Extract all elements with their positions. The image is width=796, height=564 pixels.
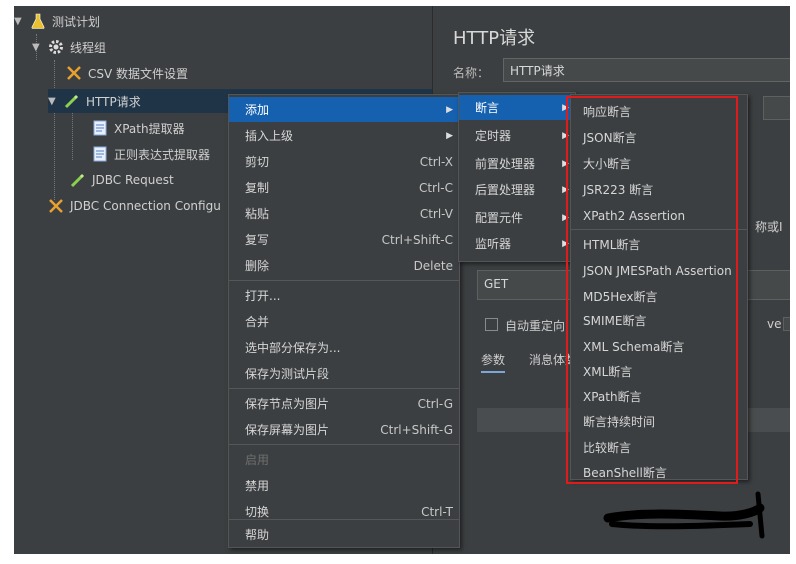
menu-item-insert-parent[interactable]: 插入上级 ▶ [229, 123, 459, 148]
submenu-item-assertions[interactable]: 断言 ▶ [459, 95, 575, 120]
keepalive-checkbox[interactable] [783, 317, 790, 331]
tree-label: JDBC Request [92, 173, 174, 187]
method-select[interactable]: GET [477, 270, 577, 300]
menu-item-delete[interactable]: 删除 Delete [229, 253, 459, 278]
tree-item-jdbc-config[interactable]: JDBC Connection Configu [48, 194, 221, 218]
red-highlight-annotation [566, 96, 738, 484]
tree-item-csv-config[interactable]: CSV 数据文件设置 [66, 61, 188, 85]
menu-item-toggle[interactable]: 切换 Ctrl-T [229, 499, 459, 524]
menu-item-save-screen-image[interactable]: 保存屏幕为图片 Ctrl+Shift-G [229, 417, 459, 442]
pipette-icon [70, 172, 86, 188]
submenu-item-pre-processors[interactable]: 前置处理器 ▶ [459, 151, 575, 176]
submenu-item-post-processors[interactable]: 后置处理器 ▶ [459, 177, 575, 202]
menu-item-duplicate[interactable]: 复写 Ctrl+Shift-C [229, 227, 459, 252]
server-name-label: 称或I [755, 220, 783, 234]
redaction-scribble [603, 491, 765, 539]
submenu-item-config-elements[interactable]: 配置元件 ▶ [459, 205, 575, 230]
tree-label: JDBC Connection Configu [70, 199, 221, 213]
menu-item-cut[interactable]: 剪切 Ctrl-X [229, 149, 459, 174]
tree-label: 测试计划 [52, 14, 101, 29]
document-icon [92, 120, 108, 136]
tab-parameters[interactable]: 参数 [481, 351, 506, 373]
tree-label: 正则表达式提取器 [114, 147, 211, 162]
menu-item-add[interactable]: 添加 ▶ [229, 97, 459, 122]
menu-item-save-fragment[interactable]: 保存为测试片段 [229, 361, 459, 386]
tree-item-xpath-extractor[interactable]: XPath提取器 [92, 116, 185, 140]
menu-separator [229, 280, 459, 281]
tree-item-regex-extractor[interactable]: 正则表达式提取器 [92, 142, 210, 166]
name-input[interactable]: HTTP请求 [503, 58, 790, 82]
tree-label: HTTP请求 [86, 94, 141, 109]
menu-item-paste[interactable]: 粘贴 Ctrl-V [229, 201, 459, 226]
scissors-tool-icon [66, 65, 82, 81]
menu-item-save-node-image[interactable]: 保存节点为图片 Ctrl-G [229, 391, 459, 416]
menu-separator [229, 444, 459, 445]
comment-field[interactable] [763, 96, 790, 120]
menu-item-copy[interactable]: 复制 Ctrl-C [229, 175, 459, 200]
submenu-item-timers[interactable]: 定时器 ▶ [459, 123, 575, 148]
menu-item-merge[interactable]: 合并 [229, 309, 459, 334]
menu-separator [229, 519, 459, 520]
gear-icon [48, 39, 64, 55]
expand-arrow-icon[interactable]: ▼ [48, 96, 60, 107]
tree-item-thread-group[interactable]: ▼ 线程组 [32, 35, 106, 59]
auto-redirect-checkbox[interactable] [485, 318, 498, 331]
submenu-item-listeners[interactable]: 监听器 ▶ [459, 231, 575, 256]
tree-label: 线程组 [70, 40, 107, 55]
panel-title: HTTP请求 [453, 28, 536, 49]
add-submenu: 断言 ▶ 定时器 ▶ 前置处理器 ▶ 后置处理器 ▶ 配置元件 ▶ 监听器 ▶ [458, 92, 576, 262]
expand-arrow-icon[interactable]: ▼ [14, 16, 26, 27]
menu-item-enable: 启用 [245, 453, 270, 467]
menu-item-help[interactable]: 帮助 [229, 522, 459, 547]
tree-label: CSV 数据文件设置 [88, 66, 189, 81]
auto-redirect-label: 自动重定向 [505, 319, 566, 333]
menu-item-open[interactable]: 打开... [229, 283, 459, 308]
pipette-icon [64, 93, 80, 109]
name-label: 名称： [453, 66, 490, 80]
submenu-arrow-icon: ▶ [446, 130, 453, 141]
document-icon [92, 146, 108, 162]
tree-label: XPath提取器 [114, 121, 185, 136]
menu-separator [229, 388, 459, 389]
context-menu: 添加 ▶ 插入上级 ▶ 剪切 Ctrl-X 复制 Ctrl-C 粘贴 Ctrl-V 复写 C… [228, 94, 460, 548]
scissors-tool-icon [48, 198, 64, 214]
menu-item-save-selection[interactable]: 选中部分保存为... [229, 335, 459, 360]
flask-icon [30, 13, 46, 29]
submenu-arrow-icon: ▶ [446, 104, 453, 115]
tree-item-jdbc-request[interactable]: JDBC Request [70, 168, 174, 192]
menu-item-disable[interactable]: 禁用 [229, 473, 459, 498]
keepalive-label: ve [767, 317, 782, 331]
tree-item-test-plan[interactable]: ▼ 测试计划 [14, 9, 100, 33]
method-value: GET [484, 277, 509, 291]
expand-arrow-icon[interactable]: ▼ [32, 42, 44, 53]
